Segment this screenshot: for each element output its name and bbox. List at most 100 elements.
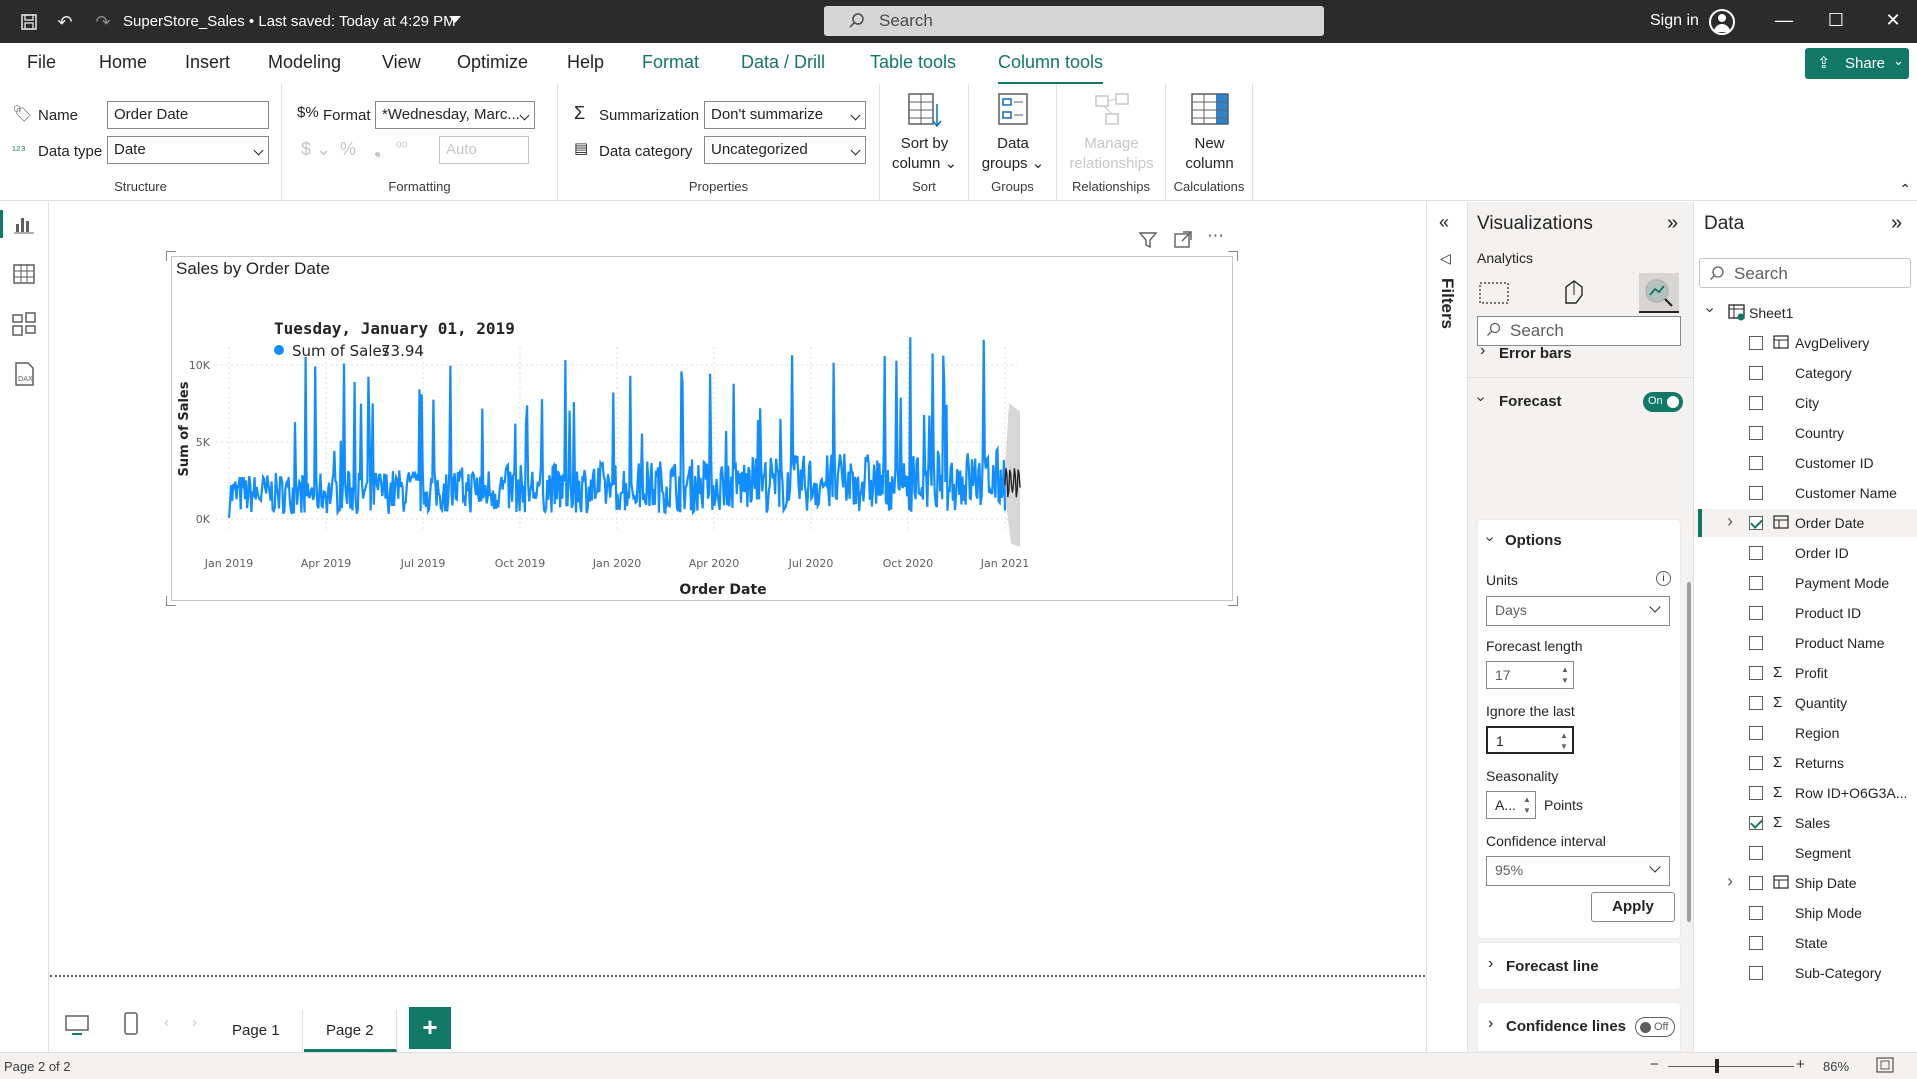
info-icon[interactable]: i <box>1656 571 1671 586</box>
close-icon[interactable]: ✕ <box>1881 10 1905 34</box>
focus-mode-icon[interactable] <box>1173 230 1193 255</box>
field-checkbox[interactable] <box>1749 366 1763 380</box>
chevron-right-icon[interactable]: › <box>1727 871 1733 892</box>
field-checkbox[interactable] <box>1749 576 1763 590</box>
field-row[interactable]: Σ Returns <box>1694 749 1917 777</box>
build-visual-tab[interactable] <box>1474 273 1514 313</box>
share-button[interactable]: ⇪ Share ⌄ <box>1805 48 1909 79</box>
data-search-input[interactable]: Search <box>1699 258 1911 288</box>
field-checkbox[interactable] <box>1749 456 1763 470</box>
field-row[interactable]: Σ Quantity <box>1694 689 1917 717</box>
error-bars-section[interactable]: › Error bars <box>1468 329 1693 378</box>
tab-format[interactable]: Format <box>642 52 699 73</box>
field-row[interactable]: Order ID <box>1694 539 1917 567</box>
field-checkbox[interactable] <box>1749 426 1763 440</box>
units-select[interactable]: Days <box>1486 596 1670 626</box>
summarization-select[interactable]: Don't summarize <box>704 101 866 129</box>
resize-handle[interactable] <box>1228 596 1238 606</box>
currency-icon[interactable]: $ ⌄ <box>301 139 331 160</box>
tab-optimize[interactable]: Optimize <box>457 52 528 73</box>
field-checkbox[interactable] <box>1749 606 1763 620</box>
zoom-slider[interactable] <box>1668 1066 1794 1067</box>
collapse-ribbon-icon[interactable]: ⌃ <box>1899 181 1911 198</box>
table-node-sheet1[interactable]: › Sheet1 <box>1694 299 1917 327</box>
field-checkbox[interactable] <box>1749 636 1763 650</box>
field-checkbox[interactable] <box>1749 846 1763 860</box>
prev-page-icon[interactable]: ‹ <box>164 1014 169 1031</box>
zoom-in-icon[interactable]: + <box>1796 1056 1805 1073</box>
confidence-lines-toggle[interactable]: Off <box>1635 1017 1675 1037</box>
page-tab-page-2[interactable]: Page 2 <box>304 1010 397 1052</box>
field-row[interactable]: › Ship Date <box>1694 869 1917 897</box>
expand-filters-icon[interactable]: « <box>1439 212 1449 233</box>
tab-insert[interactable]: Insert <box>185 52 230 73</box>
ignore-last-input[interactable]: 1 ▲ ▼ <box>1486 726 1574 754</box>
field-row[interactable]: Payment Mode <box>1694 569 1917 597</box>
format-select[interactable]: *Wednesday, Marc... <box>375 101 535 129</box>
more-options-icon[interactable]: ⋯ <box>1207 226 1224 246</box>
forecast-toggle[interactable]: On <box>1643 392 1683 412</box>
field-row[interactable]: › Order Date <box>1694 509 1917 537</box>
spinner-icon[interactable]: ▲ ▼ <box>1559 664 1571 686</box>
forecast-line-section[interactable]: › Forecast line <box>1477 942 1681 990</box>
tab-modeling[interactable]: Modeling <box>268 52 341 73</box>
field-checkbox[interactable] <box>1749 786 1763 800</box>
tab-data-drill[interactable]: Data / Drill <box>741 52 825 73</box>
next-page-icon[interactable]: › <box>192 1014 197 1031</box>
field-row[interactable]: Ship Mode <box>1694 899 1917 927</box>
tab-view[interactable]: View <box>382 52 421 73</box>
field-row[interactable]: Σ Sales <box>1694 809 1917 837</box>
filters-pane[interactable]: « ◁ Filters <box>1426 202 1467 1052</box>
field-row[interactable]: City <box>1694 389 1917 417</box>
tab-column-tools[interactable]: Column tools <box>998 52 1104 85</box>
field-row[interactable]: Customer ID <box>1694 449 1917 477</box>
format-visual-tab[interactable] <box>1554 273 1594 313</box>
spinner-icon[interactable]: ▲ ▼ <box>1521 794 1533 816</box>
tab-table-tools[interactable]: Table tools <box>870 52 956 73</box>
field-checkbox[interactable] <box>1749 696 1763 710</box>
field-row[interactable]: Product Name <box>1694 629 1917 657</box>
page-tab-page-1[interactable]: Page 1 <box>210 1010 303 1052</box>
chevron-right-icon[interactable]: › <box>1727 511 1733 532</box>
field-row[interactable]: Segment <box>1694 839 1917 867</box>
field-row[interactable]: Category <box>1694 359 1917 387</box>
field-checkbox[interactable] <box>1749 666 1763 680</box>
account-icon[interactable] <box>1709 9 1735 35</box>
undo-icon[interactable]: ↶ <box>53 10 77 34</box>
maximize-icon[interactable]: ☐ <box>1824 10 1848 34</box>
save-icon[interactable] <box>17 10 41 34</box>
field-row[interactable]: Sub-Category <box>1694 959 1917 987</box>
field-row[interactable]: Product ID <box>1694 599 1917 627</box>
field-row[interactable]: Σ Profit <box>1694 659 1917 687</box>
confidence-lines-section[interactable]: › Confidence lines Off <box>1477 1002 1681 1052</box>
field-row[interactable]: Customer Name <box>1694 479 1917 507</box>
field-checkbox[interactable] <box>1749 726 1763 740</box>
field-checkbox[interactable] <box>1749 966 1763 980</box>
field-checkbox[interactable] <box>1749 486 1763 500</box>
sort-by-column-button[interactable]: Sort by column ⌄ <box>880 92 969 174</box>
spinner-icon[interactable]: ▲ ▼ <box>1558 730 1570 752</box>
field-row[interactable]: AvgDelivery <box>1694 329 1917 357</box>
field-row[interactable]: Σ Row ID+O6G3A... <box>1694 779 1917 807</box>
forecast-length-input[interactable]: 17 ▲ ▼ <box>1486 661 1574 689</box>
percent-icon[interactable]: % <box>340 139 356 160</box>
zoom-out-icon[interactable]: − <box>1650 1056 1659 1073</box>
manage-relationships-button[interactable]: Manage relationships <box>1057 92 1166 174</box>
field-checkbox[interactable] <box>1749 756 1763 770</box>
field-checkbox[interactable] <box>1749 546 1763 560</box>
forecast-section-header[interactable]: › Forecast On <box>1468 378 1693 426</box>
field-checkbox[interactable] <box>1749 396 1763 410</box>
comma-icon[interactable]: ❟ <box>374 139 381 160</box>
file-menu-caret-icon[interactable] <box>449 16 461 23</box>
decimal-icon[interactable]: ⁰⁰ <box>396 139 407 156</box>
data-groups-button[interactable]: Data groups ⌄ <box>969 92 1057 174</box>
resize-handle[interactable] <box>166 596 176 606</box>
field-checkbox[interactable] <box>1749 936 1763 950</box>
field-row[interactable]: Region <box>1694 719 1917 747</box>
analytics-tab[interactable] <box>1639 273 1679 313</box>
tab-help[interactable]: Help <box>567 52 604 73</box>
table-view-icon[interactable] <box>10 260 38 288</box>
zoom-slider-thumb[interactable] <box>1715 1059 1719 1073</box>
field-checkbox[interactable] <box>1749 336 1763 350</box>
confidence-interval-select[interactable]: 95% <box>1486 856 1670 886</box>
